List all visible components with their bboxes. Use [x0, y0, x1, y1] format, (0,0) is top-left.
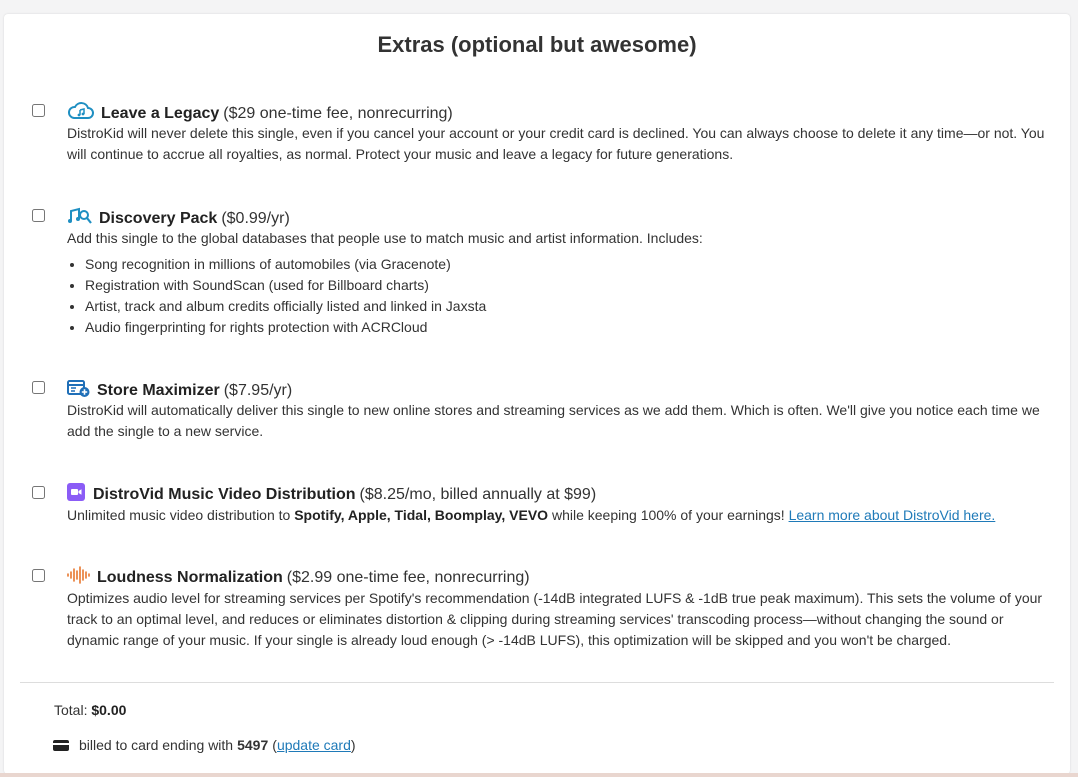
description-text: Unlimited music video distribution to [67, 507, 295, 523]
list-item: Registration with SoundScan (used for Bi… [85, 275, 486, 296]
learn-more-distrovid-link[interactable]: Learn more about DistroVid here. [789, 507, 996, 523]
discovery-pack-bullets: Song recognition in millions of automobi… [67, 254, 486, 338]
card-last4: 5497 [237, 737, 269, 753]
distrovid-checkbox[interactable] [32, 486, 45, 499]
loudness-normalization-heading: Loudness Normalization ($2.99 one-time f… [67, 566, 530, 590]
discovery-pack-checkbox[interactable] [32, 209, 45, 222]
leave-a-legacy-checkbox[interactable] [32, 104, 45, 117]
divider [20, 682, 1054, 683]
extra-price: ($0.99/yr) [221, 210, 290, 227]
order-total: Total: $0.00 [54, 702, 126, 718]
extra-price: ($7.95/yr) [223, 382, 293, 399]
distrovid-heading: DistroVid Music Video Distribution ($8.2… [67, 483, 596, 507]
extra-description: Unlimited music video distribution to Sp… [67, 505, 1052, 526]
description-text: while keeping 100% of your earnings! [548, 507, 789, 523]
billing-text: billed to card ending with [79, 737, 234, 753]
update-card-link[interactable]: update card [277, 737, 351, 753]
extra-name: Store Maximizer [97, 382, 220, 399]
billing-info: billed to card ending with 5497(update c… [53, 737, 356, 753]
page-bottom-edge [0, 773, 1078, 777]
loudness-normalization-checkbox[interactable] [32, 569, 45, 582]
paren-close: ) [350, 737, 356, 753]
list-item: Audio fingerprinting for rights protecti… [85, 317, 486, 338]
extra-description: Add this single to the global databases … [67, 230, 703, 246]
extras-card: Extras (optional but awesome) Leave a Le… [4, 14, 1070, 774]
list-item: Artist, track and album credits official… [85, 296, 486, 317]
extra-name: Leave a Legacy [101, 105, 220, 122]
list-item: Song recognition in millions of automobi… [85, 254, 486, 275]
store-maximizer-checkbox[interactable] [32, 381, 45, 394]
total-value: $0.00 [91, 702, 127, 718]
extra-price: ($29 one-time fee, nonrecurring) [223, 105, 453, 122]
extra-name: Loudness Normalization [97, 569, 283, 586]
total-label: Total: [54, 702, 88, 718]
extra-price: ($8.25/mo, billed annually at $99) [359, 486, 597, 503]
credit-card-icon [53, 739, 69, 751]
extra-description: DistroKid will automatically deliver thi… [67, 402, 1040, 439]
platform-list: Spotify, Apple, Tidal, Boomplay, VEVO [294, 507, 549, 523]
waveform-icon [67, 566, 91, 590]
extra-description: Optimizes audio level for streaming serv… [67, 590, 1043, 648]
page-title: Extras (optional but awesome) [377, 32, 697, 57]
video-camera-icon [67, 483, 87, 507]
extra-price: ($2.99 one-time fee, nonrecurring) [286, 569, 530, 586]
extra-description: DistroKid will never delete this single,… [67, 125, 1045, 162]
extra-name: DistroVid Music Video Distribution [93, 486, 356, 503]
extra-name: Discovery Pack [99, 210, 218, 227]
